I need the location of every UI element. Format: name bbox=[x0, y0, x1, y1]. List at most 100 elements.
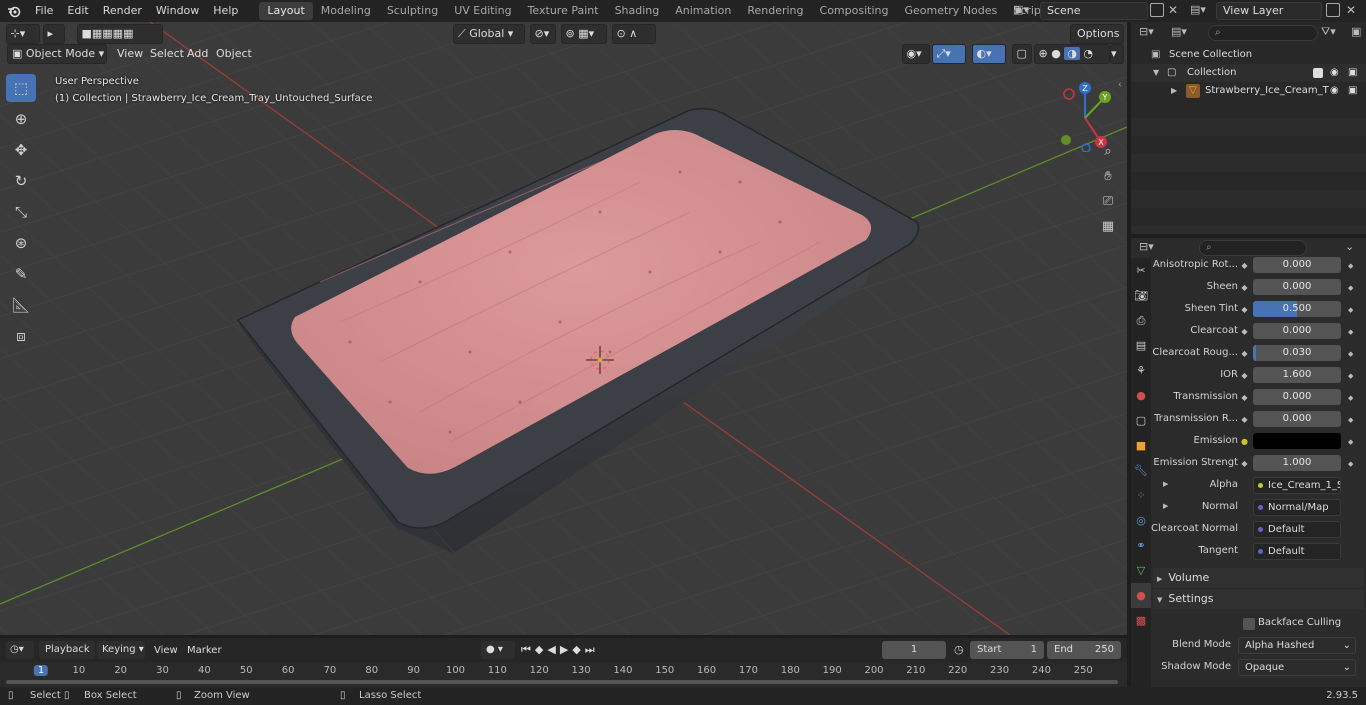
menu-render[interactable]: Render bbox=[96, 0, 149, 22]
timeline-ruler[interactable]: 1 10 20 30 40 50 60 70 80 90 100 110 120 130 140 150 160… bbox=[0, 662, 1127, 688]
shading-options-dropdown[interactable]: ▾ bbox=[1110, 44, 1124, 64]
current-frame-field[interactable]: 1 bbox=[882, 641, 946, 659]
tool-settings-toggle[interactable]: ▸ bbox=[43, 24, 65, 44]
expand-arrow-icon[interactable]: ▶ bbox=[1171, 82, 1177, 100]
prop-slider[interactable]: 0.500 bbox=[1253, 301, 1341, 317]
annotate-icon[interactable]: ✎ bbox=[6, 260, 36, 288]
menu-add[interactable]: Add bbox=[187, 44, 208, 64]
ortho-grid-icon[interactable]: ▦ bbox=[1097, 215, 1119, 237]
timeline-scrollbar[interactable] bbox=[6, 680, 1118, 684]
proportional-edit-toggle[interactable]: ⊙ ∧ bbox=[612, 24, 656, 44]
gizmo-toggle[interactable]: ⤢▾ bbox=[932, 44, 966, 64]
properties-options-icon[interactable]: ⌄ bbox=[1345, 240, 1354, 253]
playback-dropdown[interactable]: Playback ▾ bbox=[39, 641, 95, 673]
keyframe-icon[interactable]: ◆ bbox=[1348, 306, 1353, 314]
material-tab-icon[interactable]: ● bbox=[1131, 583, 1151, 608]
eye-icon[interactable]: ◉ bbox=[1330, 64, 1339, 82]
delete-scene-icon[interactable]: ✕ bbox=[1168, 3, 1178, 17]
rotate-icon[interactable]: ↻ bbox=[6, 167, 36, 195]
texture-tab-icon[interactable]: ▩ bbox=[1131, 608, 1151, 633]
scale-icon[interactable]: ⤡ bbox=[6, 198, 36, 226]
pan-hand-icon[interactable]: ✋︎ bbox=[1097, 165, 1119, 187]
properties-editor-type-icon[interactable]: ⊟▾ bbox=[1139, 240, 1154, 253]
tab-geometry-nodes[interactable]: Geometry Nodes bbox=[896, 2, 1005, 20]
overlays-toggle[interactable]: ◐▾ bbox=[972, 44, 1006, 64]
jump-end-icon[interactable]: ⏭ bbox=[585, 643, 599, 656]
timeline-menu-marker[interactable]: Marker bbox=[187, 641, 222, 661]
prev-keyframe-icon[interactable]: ◆ bbox=[535, 643, 547, 656]
alpha-link-field[interactable]: Ice_Cream_1_Straw... bbox=[1253, 477, 1341, 494]
tab-uv-editing[interactable]: UV Editing bbox=[446, 2, 519, 20]
tangent-link-field[interactable]: Default bbox=[1253, 543, 1341, 560]
play-icon[interactable]: ▶ bbox=[560, 643, 572, 656]
next-keyframe-icon[interactable]: ◆ bbox=[572, 643, 584, 656]
keying-dropdown[interactable]: Keying ▾ bbox=[97, 641, 145, 659]
new-view-layer-icon[interactable] bbox=[1326, 3, 1340, 17]
tab-texture-paint[interactable]: Texture Paint bbox=[520, 2, 607, 20]
menu-view[interactable]: View bbox=[117, 44, 143, 64]
zoom-icon[interactable]: ⌕ bbox=[1097, 140, 1119, 162]
end-frame-field[interactable]: End 250 bbox=[1047, 641, 1121, 659]
keyframe-icon[interactable]: ◆ bbox=[1348, 328, 1353, 336]
particles-tab-icon[interactable]: ⁘ bbox=[1131, 483, 1151, 508]
selection-mode-group[interactable]: ■▦▦▦▦ bbox=[77, 24, 163, 44]
measure-icon[interactable]: 📐︎ bbox=[6, 291, 36, 319]
tab-shading[interactable]: Shading bbox=[607, 2, 668, 20]
volume-panel-header[interactable]: ▶ Volume bbox=[1153, 568, 1364, 588]
socket-icon[interactable]: ◆ bbox=[1240, 305, 1249, 314]
expand-arrow-icon[interactable]: ▶ bbox=[1163, 502, 1168, 510]
transform-icon[interactable]: ⊛ bbox=[6, 229, 36, 257]
view-layer-browse-icon[interactable]: ▤▾ bbox=[1190, 3, 1214, 19]
delete-view-layer-icon[interactable]: ✕ bbox=[1346, 3, 1356, 17]
tab-compositing[interactable]: Compositing bbox=[812, 2, 897, 20]
shading-mode-group[interactable]: ⊕ ● ◑ ◔ bbox=[1034, 44, 1110, 64]
record-button[interactable]: ● ▾ bbox=[481, 641, 515, 659]
socket-icon[interactable]: ◆ bbox=[1240, 327, 1249, 336]
socket-icon[interactable]: ◆ bbox=[1240, 415, 1249, 424]
menu-select[interactable]: Select bbox=[150, 44, 184, 64]
view-layer-field[interactable]: View Layer bbox=[1216, 2, 1322, 20]
menu-file[interactable]: File bbox=[28, 0, 60, 22]
visibility-dropdown[interactable]: ◉▾ bbox=[902, 44, 930, 64]
outliner-editor-type-icon[interactable]: ⊟▾ bbox=[1139, 25, 1154, 38]
transform-orientation-dropdown[interactable]: ⟋ Global ▾ bbox=[453, 24, 525, 44]
shadow-mode-dropdown[interactable]: Opaque ⌄ bbox=[1238, 659, 1356, 676]
prop-field[interactable]: 1.000 bbox=[1253, 455, 1341, 471]
keyframe-icon[interactable]: ◆ bbox=[1348, 350, 1353, 358]
keyframe-icon[interactable]: ◆ bbox=[1348, 372, 1353, 380]
keyframe-icon[interactable]: ◆ bbox=[1348, 416, 1353, 424]
prop-field[interactable]: 0.000 bbox=[1253, 257, 1341, 273]
object-tab-icon[interactable]: ■ bbox=[1131, 433, 1151, 458]
object-mode-dropdown[interactable]: ▣ Object Mode ▾ bbox=[7, 44, 107, 64]
menu-window[interactable]: Window bbox=[149, 0, 206, 22]
tab-rendering[interactable]: Rendering bbox=[739, 2, 811, 20]
menu-edit[interactable]: Edit bbox=[60, 0, 95, 22]
socket-icon[interactable]: ◆ bbox=[1240, 393, 1249, 402]
settings-panel-header[interactable]: ▼ Settings bbox=[1153, 589, 1364, 609]
xray-toggle[interactable]: ▢ bbox=[1012, 44, 1032, 64]
view-layer-tab-icon[interactable]: ▤ bbox=[1131, 333, 1151, 358]
snap-toggle[interactable]: ⊚ ▦▾ bbox=[561, 24, 607, 44]
stopwatch-icon[interactable]: ◷ bbox=[954, 643, 964, 656]
menu-help[interactable]: Help bbox=[206, 0, 245, 22]
keyframe-icon[interactable]: ◆ bbox=[1348, 460, 1353, 468]
normal-link-field[interactable]: Normal/Map bbox=[1253, 499, 1341, 516]
socket-icon[interactable]: ◆ bbox=[1240, 349, 1249, 358]
prop-slider[interactable]: 0.030 bbox=[1253, 345, 1341, 361]
data-tab-icon[interactable]: ▽ bbox=[1131, 558, 1151, 583]
collapse-arrow-icon[interactable]: ▼ bbox=[1153, 64, 1159, 82]
clearcoat-normal-link-field[interactable]: Default bbox=[1253, 521, 1341, 538]
3d-viewport[interactable]: ⊹▾ ▸ ■▦▦▦▦ ⟋ Global ▾ ⊘▾ ⊚ ▦▾ ⊙ ∧ Option… bbox=[0, 22, 1127, 635]
backface-culling-checkbox[interactable] bbox=[1243, 618, 1255, 630]
play-reverse-icon[interactable]: ◀ bbox=[547, 643, 559, 656]
render-tab-icon[interactable]: 📷︎ bbox=[1131, 283, 1151, 308]
expand-arrow-icon[interactable]: ▶ bbox=[1163, 480, 1168, 488]
keyframe-icon[interactable]: ◆ bbox=[1348, 438, 1353, 446]
move-icon[interactable]: ✥ bbox=[6, 136, 36, 164]
editor-type-button[interactable]: ⊹▾ bbox=[6, 24, 40, 44]
prop-field[interactable]: 0.000 bbox=[1253, 411, 1341, 427]
prop-field[interactable]: 0.000 bbox=[1253, 279, 1341, 295]
collection-tab-icon[interactable]: ▢ bbox=[1131, 408, 1151, 433]
camera-icon[interactable]: ▣ bbox=[1348, 64, 1357, 82]
prop-field[interactable]: 1.600 bbox=[1253, 367, 1341, 383]
